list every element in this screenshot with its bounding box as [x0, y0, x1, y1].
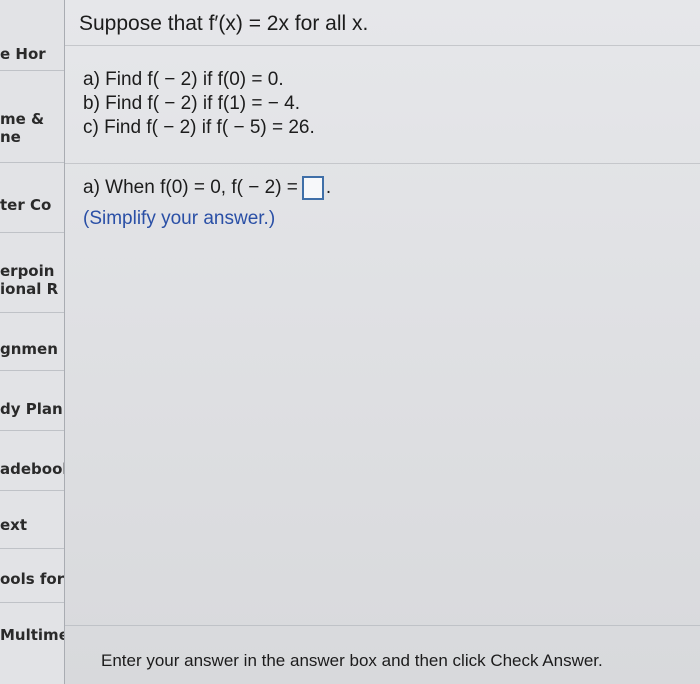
sidebar-item-label: Multimedia — [0, 626, 64, 644]
sidebar-divider — [0, 70, 64, 71]
sidebar-item-label: me & — [0, 110, 45, 128]
sidebar-item-multimedia[interactable]: Multimedia — [0, 626, 64, 644]
sidebar-item-label: ext — [0, 516, 28, 534]
question-title: Suppose that f′(x) = 2x for all x. — [79, 12, 369, 35]
sidebar-item-label: gnmen — [0, 340, 58, 358]
sidebar-divider — [0, 490, 64, 491]
sidebar-item-label: erpoin — [0, 262, 55, 280]
screen: e Hor me & ne ter Co erpoin ional R gnme… — [0, 0, 700, 684]
sidebar-divider — [0, 548, 64, 549]
course-sidebar: e Hor me & ne ter Co erpoin ional R gnme… — [0, 0, 65, 684]
sidebar-item-label: ne — [0, 128, 21, 146]
divider — [65, 45, 700, 46]
sidebar-item-gradebook[interactable]: adebook — [0, 460, 64, 478]
question-parts: a) Find f( − 2) if f(0) = 0. b) Find f( … — [83, 68, 315, 140]
question-part-a: a) Find f( − 2) if f(0) = 0. — [83, 69, 284, 90]
sidebar-item-label: ional R — [0, 280, 59, 298]
sidebar-item-center[interactable]: ter Co — [0, 196, 51, 214]
question-panel: Suppose that f′(x) = 2x for all x. a) Fi… — [65, 0, 700, 684]
sidebar-divider — [0, 370, 64, 371]
sidebar-item-tools[interactable]: ools for Su — [0, 570, 65, 588]
question-part-b: b) Find f( − 2) if f(1) = − 4. — [83, 93, 300, 114]
answer-trailing-period: . — [325, 177, 332, 198]
answer-prompt: a) When f(0) = 0, f( − 2) = — [83, 177, 298, 198]
divider — [65, 163, 700, 164]
sidebar-item-label: ools for Su — [0, 570, 65, 588]
sidebar-item-label: adebook — [0, 460, 64, 478]
sidebar-divider — [0, 162, 64, 163]
sidebar-divider — [0, 312, 64, 313]
divider — [65, 625, 700, 626]
sidebar-item-assignments[interactable]: gnmen — [0, 340, 58, 358]
simplify-hint: (Simplify your answer.) — [83, 208, 276, 229]
sidebar-item-home[interactable]: e Hor — [0, 45, 46, 63]
sidebar-item-study-plan[interactable]: dy Plan — [0, 400, 63, 418]
sidebar-item-powerpoints[interactable]: erpoin ional R — [0, 262, 58, 298]
sidebar-divider — [0, 602, 64, 603]
sidebar-item-course[interactable]: me & ne — [0, 110, 44, 146]
sidebar-item-label: dy Plan — [0, 400, 63, 418]
question-part-c: c) Find f( − 2) if f( − 5) = 26. — [83, 117, 315, 138]
answer-row: a) When f(0) = 0, f( − 2) = . — [83, 176, 331, 200]
sidebar-item-etext[interactable]: ext — [0, 516, 27, 534]
sidebar-item-label: e Hor — [0, 45, 46, 63]
answer-input[interactable] — [301, 176, 324, 200]
sidebar-divider — [0, 430, 64, 431]
footer-instruction: Enter your answer in the answer box and … — [101, 651, 603, 670]
sidebar-item-label: ter Co — [0, 196, 52, 214]
sidebar-divider — [0, 232, 64, 233]
